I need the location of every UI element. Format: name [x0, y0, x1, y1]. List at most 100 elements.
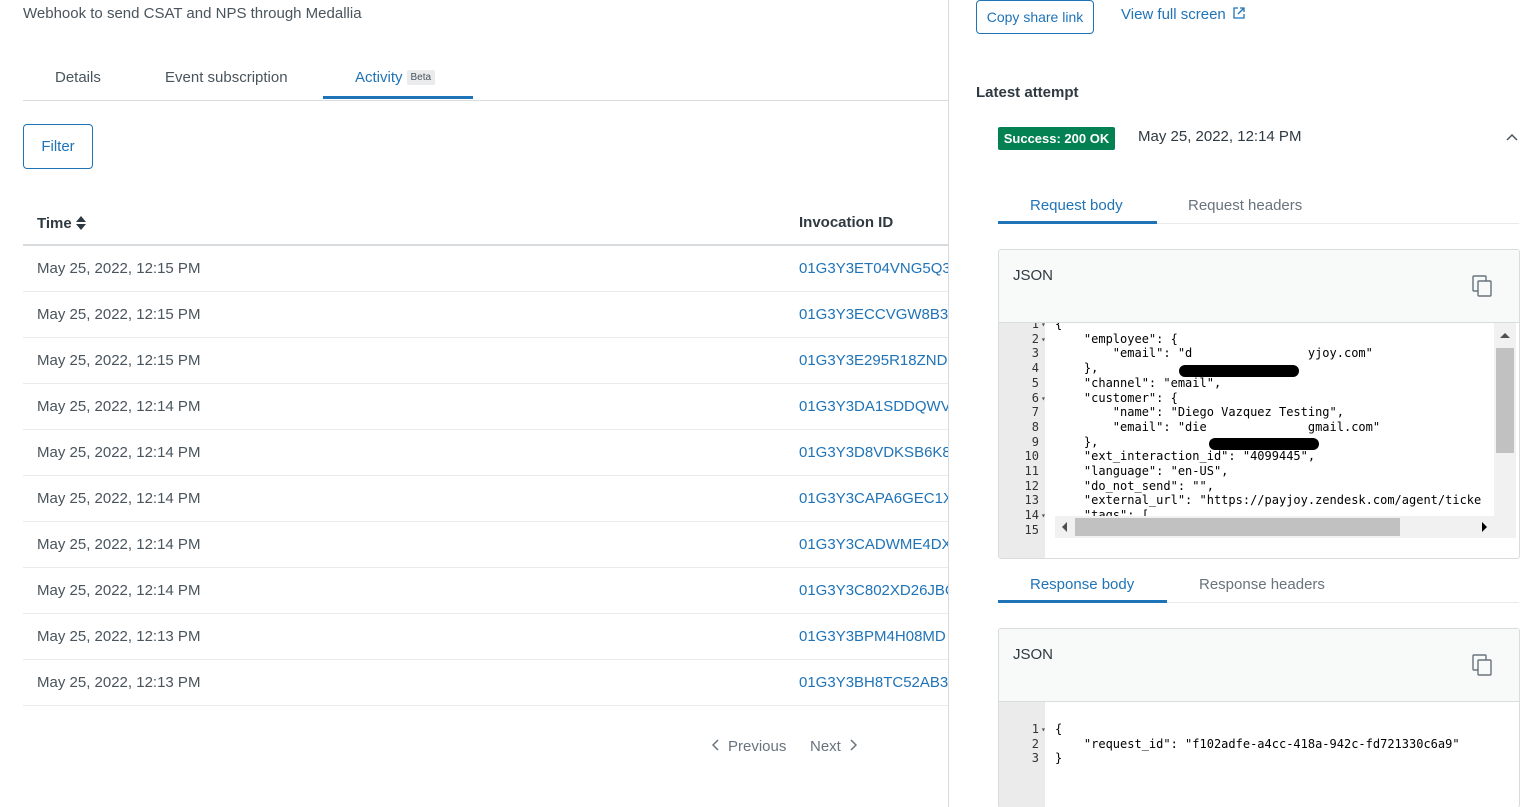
table-row[interactable]: May 25, 2022, 12:14 PM 01G3Y3C802XD26JBC — [23, 568, 948, 614]
tab-details[interactable]: Details — [55, 69, 101, 100]
chevron-up-icon[interactable] — [1505, 130, 1519, 144]
row-invocation-id[interactable]: 01G3Y3ET04VNG5Q3 — [799, 260, 948, 277]
fold-toggle-icon[interactable]: ▾ — [1041, 391, 1046, 406]
table-header: Time Invocation ID — [23, 200, 948, 246]
webhook-tabs: Details Event subscription Activity Beta — [23, 64, 948, 101]
line-number: 1 — [1031, 323, 1039, 331]
copy-share-link-button[interactable]: Copy share link — [976, 0, 1094, 34]
row-invocation-id[interactable]: 01G3Y3D8VDKSB6K8 — [799, 444, 948, 461]
code-text: "customer": { — [1055, 390, 1178, 405]
table-row[interactable]: May 25, 2022, 12:15 PM 01G3Y3ET04VNG5Q3 — [23, 246, 948, 292]
response-code-header: JSON — [999, 629, 1519, 702]
tab-request-body[interactable]: Request body — [1030, 197, 1123, 214]
code-language-label: JSON — [1013, 267, 1054, 284]
code-line: 1 ▾ { — [999, 722, 1494, 737]
tab-response-headers[interactable]: Response headers — [1199, 576, 1325, 593]
tab-request-headers[interactable]: Request headers — [1188, 197, 1302, 214]
redaction-mark — [1209, 438, 1319, 450]
table-row[interactable]: May 25, 2022, 12:14 PM 01G3Y3CADWME4DX — [23, 522, 948, 568]
row-time: May 25, 2022, 12:14 PM — [37, 536, 201, 553]
scroll-left-arrow-icon[interactable] — [1057, 516, 1073, 538]
code-text: "language": "en-US", — [1055, 464, 1229, 478]
row-invocation-id[interactable]: 01G3Y3CADWME4DX — [799, 536, 948, 553]
view-full-screen-label: View full screen — [1121, 6, 1226, 23]
line-number: 1 — [1031, 722, 1039, 736]
row-invocation-id[interactable]: 01G3Y3ECCVGW8B39 — [799, 306, 948, 323]
table-row[interactable]: May 25, 2022, 12:14 PM 01G3Y3D8VDKSB6K8 — [23, 430, 948, 476]
code-text: }, — [1055, 361, 1099, 376]
code-line: 2 ▾ "employee": { — [999, 332, 1494, 347]
code-text: { — [1055, 722, 1063, 736]
row-time: May 25, 2022, 12:13 PM — [37, 674, 201, 691]
table-row[interactable]: May 25, 2022, 12:14 PM 01G3Y3CAPA6GEC1X — [23, 476, 948, 522]
copy-icon[interactable] — [1472, 275, 1492, 297]
table-row[interactable]: May 25, 2022, 12:14 PM 01G3Y3DA1SDDQWV — [23, 384, 948, 430]
code-text: "name": "Diego Vazquez Testing", — [1055, 405, 1344, 420]
horizontal-scroll-thumb[interactable] — [1075, 518, 1400, 536]
filter-button[interactable]: Filter — [23, 124, 93, 169]
code-line: 11 "language": "en-US", — [999, 464, 1494, 479]
sort-icon — [75, 216, 86, 230]
row-invocation-id[interactable]: 01G3Y3DA1SDDQWV — [799, 398, 948, 415]
view-full-screen-link[interactable]: View full screen — [1121, 6, 1245, 23]
code-text: "channel": "email", — [1055, 375, 1222, 390]
row-invocation-id[interactable]: 01G3Y3C802XD26JBC — [799, 582, 948, 599]
code-text: "do_not_send": "", — [1055, 478, 1214, 493]
line-number: 14 — [1024, 508, 1039, 523]
line-number: 5 — [1031, 375, 1039, 390]
code-line: 10 "ext_interaction_id": "4099445", — [999, 449, 1494, 464]
fold-toggle-icon[interactable]: ▾ — [1041, 722, 1046, 737]
response-body-viewer: JSON 1 ▾ {2 "request_id": "f102adfe-a4cc-4… — [998, 628, 1520, 807]
previous-page-button[interactable]: Previous — [711, 738, 786, 755]
code-line: 7 "name": "Diego Vazquez Testing", — [999, 405, 1494, 420]
line-number: 3 — [1031, 751, 1039, 766]
response-tabs: Response body Response headers — [998, 567, 1519, 603]
column-header-time[interactable]: Time — [37, 214, 86, 232]
tab-event-subscription[interactable]: Event subscription — [165, 69, 288, 100]
scroll-right-arrow-icon[interactable] — [1476, 516, 1492, 538]
vertical-scroll-thumb[interactable] — [1496, 348, 1514, 453]
response-code-editor[interactable]: 1 ▾ {2 "request_id": "f102adfe-a4cc-418a-9… — [999, 702, 1519, 807]
copy-icon[interactable] — [1472, 654, 1492, 676]
request-code-editor[interactable]: 1 ▾{2 ▾ "employee": {3 "email": "d yjoy.co… — [999, 323, 1519, 558]
table-row[interactable]: May 25, 2022, 12:13 PM 01G3Y3BH8TC52AB39 — [23, 660, 948, 706]
request-body-viewer: JSON 1 ▾{2 ▾ "employee": {3 "email": "d yj… — [998, 249, 1520, 559]
tab-response-body[interactable]: Response body — [1030, 576, 1134, 593]
code-line: 3 "email": "d yjoy.com" — [999, 346, 1494, 361]
fold-toggle-icon[interactable]: ▾ — [1041, 508, 1046, 523]
code-line: 3} — [999, 751, 1494, 766]
table-row[interactable]: May 25, 2022, 12:15 PM 01G3Y3ECCVGW8B39 — [23, 292, 948, 338]
next-label: Next — [810, 738, 841, 755]
row-time: May 25, 2022, 12:14 PM — [37, 398, 201, 415]
line-number: 6 — [1031, 390, 1039, 405]
table-row[interactable]: May 25, 2022, 12:15 PM 01G3Y3E295R18ZND — [23, 338, 948, 384]
code-language-label: JSON — [1013, 646, 1054, 663]
tab-activity-label: Activity — [355, 69, 403, 86]
active-tab-indicator — [323, 96, 473, 99]
row-invocation-id[interactable]: 01G3Y3BPM4H08MD — [799, 628, 948, 645]
request-code-header: JSON — [999, 250, 1519, 323]
row-time: May 25, 2022, 12:14 PM — [37, 582, 201, 599]
fold-toggle-icon[interactable]: ▾ — [1041, 332, 1046, 347]
row-invocation-id[interactable]: 01G3Y3E295R18ZND — [799, 352, 948, 369]
table-row[interactable]: May 25, 2022, 12:13 PM 01G3Y3BPM4H08MD — [23, 614, 948, 660]
fold-toggle-icon[interactable]: ▾ — [1041, 323, 1046, 332]
row-time: May 25, 2022, 12:14 PM — [37, 490, 201, 507]
vertical-scrollbar[interactable] — [1494, 323, 1516, 538]
horizontal-scrollbar[interactable] — [1055, 516, 1494, 538]
column-header-time-label: Time — [37, 215, 72, 232]
line-number: 11 — [1024, 464, 1039, 478]
latest-attempt-heading: Latest attempt — [976, 84, 1079, 101]
active-subtab-indicator — [998, 600, 1167, 603]
column-header-invocation-id: Invocation ID — [799, 214, 894, 231]
row-invocation-id[interactable]: 01G3Y3CAPA6GEC1X — [799, 490, 948, 507]
invocation-table-body: May 25, 2022, 12:15 PM 01G3Y3ET04VNG5Q3 M… — [23, 246, 948, 706]
redaction-mark — [1179, 365, 1299, 377]
next-page-button[interactable]: Next — [810, 738, 857, 755]
line-number: 10 — [1024, 449, 1039, 464]
line-number: 2 — [1031, 331, 1039, 346]
row-invocation-id[interactable]: 01G3Y3BH8TC52AB39 — [799, 674, 948, 691]
line-number: 13 — [1024, 493, 1039, 508]
scroll-up-arrow-icon[interactable] — [1494, 325, 1516, 345]
row-time: May 25, 2022, 12:13 PM — [37, 628, 201, 645]
